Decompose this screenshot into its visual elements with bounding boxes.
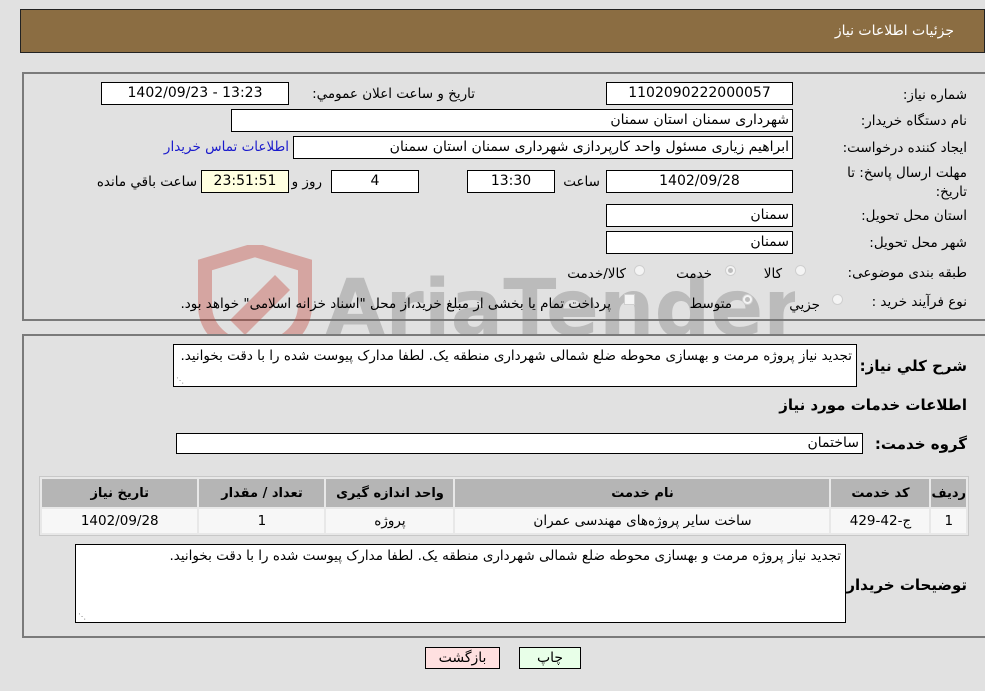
description-text: تجدید نیاز پروژه مرمت و بهسازی محوطه ضلع… (180, 348, 852, 364)
print-button[interactable]: چاپ (519, 647, 581, 669)
description-textarea[interactable]: تجدید نیاز پروژه مرمت و بهسازی محوطه ضلع… (173, 344, 857, 387)
description-label: شرح کلي نیاز: (859, 357, 967, 375)
buyer-contact-link[interactable]: اطلاعات تماس خریدار (164, 139, 289, 155)
need-number-field: 1102090222000057 (606, 82, 793, 105)
table-row: 1 ج-42-429 ساخت سایر پروژه‌های مهندسی عم… (42, 509, 966, 533)
cell-service-name: ساخت سایر پروژه‌های مهندسی عمران (455, 509, 830, 533)
services-section-title: اطلاعات خدمات مورد نیاز (779, 396, 967, 414)
service-group-field: ساختمان (176, 433, 863, 454)
page-title: جزئیات اطلاعات نیاز (834, 23, 954, 39)
cell-need-date: 1402/09/28 (42, 509, 198, 533)
category-radio-goods[interactable] (795, 265, 806, 276)
remaining-time-label: ساعت باقي مانده (96, 174, 197, 190)
resize-handle-icon[interactable]: ⋰ (176, 377, 184, 385)
buyer-org-label: نام دستگاه خریدار: (860, 113, 967, 129)
col-header-need-date: تاریخ نیاز (42, 479, 198, 507)
cell-service-code: ج-42-429 (831, 509, 930, 533)
cell-quantity: 1 (199, 509, 325, 533)
days-label: روز و (291, 174, 322, 190)
purchase-type-label: نوع فرآیند خرید : (871, 294, 967, 310)
cell-row-number: 1 (931, 509, 966, 533)
delivery-city-label: شهر محل تحویل: (869, 235, 967, 251)
announce-datetime-label: تاریخ و ساعت اعلان عمومي: (312, 86, 475, 102)
cell-unit: پروژه (326, 509, 454, 533)
category-radio-goods-service[interactable] (634, 265, 645, 276)
need-number-label: شماره نیاز: (902, 87, 967, 103)
services-table-wrap: ردیف کد خدمت نام خدمت واحد اندازه گیری ت… (39, 476, 969, 536)
requester-field: ابراهیم زیاری مسئول واحد کارپردازی شهردا… (293, 136, 793, 159)
buyer-org-field: شهرداری سمنان استان سمنان (231, 109, 793, 132)
deadline-date-field: 1402/09/28 (606, 170, 793, 193)
remaining-time-field: 23:51:51 (201, 170, 289, 193)
col-header-unit: واحد اندازه گیری (326, 479, 454, 507)
treasury-note: پرداخت تمام یا بخشی از مبلغ خرید،از محل … (180, 296, 611, 312)
category-radio-service[interactable] (725, 265, 736, 276)
deadline-time-label: ساعت (563, 174, 600, 190)
requester-label: ایجاد کننده درخواست: (842, 140, 967, 156)
purchase-option-medium: متوسط (689, 296, 732, 312)
back-button[interactable]: بازگشت (425, 647, 500, 669)
col-header-service-name: نام خدمت (455, 479, 830, 507)
buyer-notes-textarea[interactable]: تجدید نیاز پروژه مرمت و بهسازی محوطه ضلع… (75, 544, 846, 623)
purchase-radio-medium[interactable] (742, 294, 753, 305)
resize-handle-icon[interactable]: ⋰ (78, 613, 86, 621)
service-group-label: گروه خدمت: (874, 435, 967, 453)
buyer-notes-label: توضیحات خریدار: (840, 576, 967, 594)
table-header-row: ردیف کد خدمت نام خدمت واحد اندازه گیری ت… (42, 479, 966, 507)
col-header-service-code: کد خدمت (831, 479, 930, 507)
announce-datetime-field: 1402/09/23 - 13:23 (101, 82, 289, 105)
treasury-checkbox[interactable] (624, 294, 635, 305)
delivery-province-label: استان محل تحویل: (861, 208, 967, 224)
category-label: طبقه بندی موضوعی: (847, 265, 967, 281)
buyer-notes-text: تجدید نیاز پروژه مرمت و بهسازی محوطه ضلع… (169, 548, 841, 564)
col-header-row-number: ردیف (931, 479, 966, 507)
remaining-days-field: 4 (331, 170, 419, 193)
delivery-city-field: سمنان (606, 231, 793, 254)
page-header: جزئیات اطلاعات نیاز (20, 9, 985, 53)
col-header-quantity: تعداد / مقدار (199, 479, 325, 507)
deadline-time-field: 13:30 (467, 170, 555, 193)
category-option-service: خدمت (676, 266, 712, 282)
deadline-label: مهلت ارسال پاسخ: تا تاریخ: (847, 165, 967, 200)
purchase-radio-minor[interactable] (832, 294, 843, 305)
services-table: ردیف کد خدمت نام خدمت واحد اندازه گیری ت… (39, 476, 969, 536)
purchase-option-minor: جزیي (789, 297, 820, 313)
delivery-province-field: سمنان (606, 204, 793, 227)
category-option-goods-service: کالا/خدمت (567, 266, 626, 282)
category-option-goods: کالا (763, 266, 782, 282)
